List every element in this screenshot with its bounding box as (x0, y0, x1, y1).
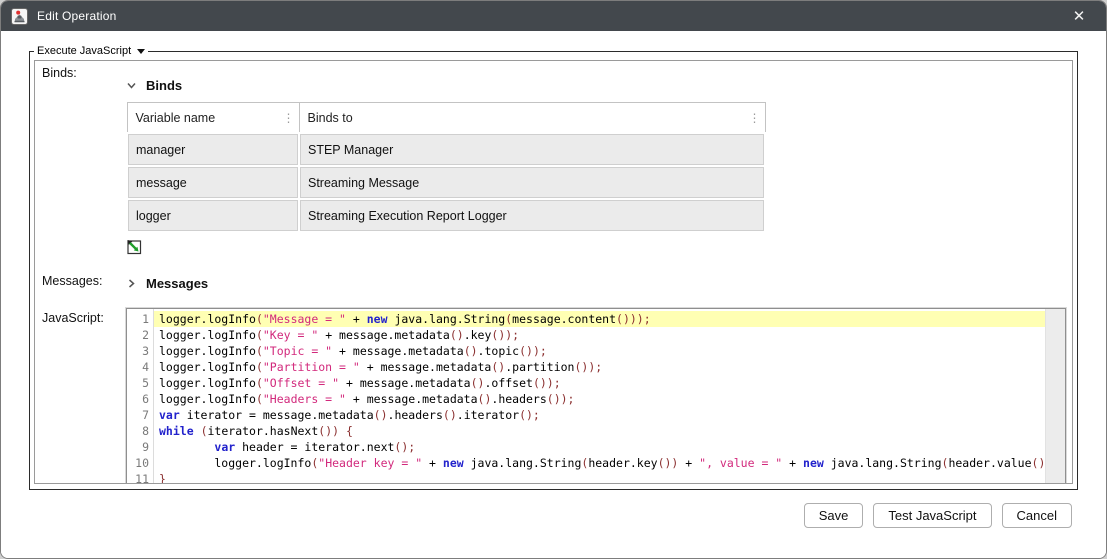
line-number-gutter: 1234567891011 (127, 309, 154, 484)
javascript-label: JavaScript: (35, 306, 126, 325)
binds-section-header[interactable]: Binds (126, 78, 1066, 93)
messages-label: Messages: (35, 269, 126, 288)
test-javascript-button[interactable]: Test JavaScript (873, 503, 991, 528)
table-cell[interactable]: STEP Manager (299, 133, 765, 166)
operation-type-label: Execute JavaScript (37, 45, 131, 57)
line-number: 3 (127, 343, 149, 359)
title-bar[interactable]: Edit Operation ✕ (1, 1, 1106, 31)
code-line[interactable]: logger.logInfo("Headers = " + message.me… (154, 391, 1046, 407)
column-header-binds-to[interactable]: Binds to ⋮ (299, 103, 765, 134)
line-number: 2 (127, 327, 149, 343)
javascript-row: JavaScript: 1234567891011 logger.logInfo… (35, 306, 1072, 484)
operation-type-selector[interactable]: Execute JavaScript (34, 45, 148, 57)
code-pane[interactable]: logger.logInfo("Message = " + new java.l… (154, 309, 1065, 484)
line-number: 10 (127, 455, 149, 471)
operation-group: Execute JavaScript Binds: Binds (29, 45, 1078, 490)
javascript-editor[interactable]: 1234567891011 logger.logInfo("Message = … (126, 308, 1066, 484)
binds-section-title: Binds (146, 78, 182, 93)
table-row[interactable]: messageStreaming Message (127, 166, 765, 199)
column-menu-icon[interactable]: ⋮ (749, 113, 761, 123)
operation-panel: Binds: Binds (34, 60, 1073, 484)
table-cell[interactable]: Streaming Execution Report Logger (299, 199, 765, 232)
table-row[interactable]: managerSTEP Manager (127, 133, 765, 166)
column-menu-icon[interactable]: ⋮ (283, 113, 295, 123)
line-number: 9 (127, 439, 149, 455)
dialog-body: Execute JavaScript Binds: Binds (1, 31, 1106, 558)
line-number: 1 (127, 311, 149, 327)
table-cell[interactable]: logger (127, 199, 299, 232)
line-number: 8 (127, 423, 149, 439)
code-line[interactable]: logger.logInfo("Header key = " + new jav… (154, 455, 1046, 471)
table-cell[interactable]: message (127, 166, 299, 199)
add-bind-icon[interactable] (126, 238, 143, 255)
line-number: 7 (127, 407, 149, 423)
dropdown-caret-icon[interactable] (137, 49, 145, 54)
code-line[interactable]: } (154, 471, 1046, 484)
binds-label: Binds: (35, 61, 126, 80)
line-number: 4 (127, 359, 149, 375)
table-cell[interactable]: manager (127, 133, 299, 166)
code-line[interactable]: var iterator = message.metadata().header… (154, 407, 1046, 423)
vertical-scrollbar[interactable] (1045, 309, 1065, 484)
binds-row: Binds: Binds (35, 61, 1072, 255)
messages-section-header[interactable]: Messages (126, 276, 1066, 291)
code-line[interactable]: logger.logInfo("Offset = " + message.met… (154, 375, 1046, 391)
line-number: 6 (127, 391, 149, 407)
binds-table-body: managerSTEP ManagermessageStreaming Mess… (127, 133, 765, 232)
column-header-variable-name[interactable]: Variable name ⋮ (127, 103, 299, 134)
table-row[interactable]: loggerStreaming Execution Report Logger (127, 199, 765, 232)
footer-buttons: Save Test JavaScript Cancel (804, 503, 1072, 528)
code-line[interactable]: var header = iterator.next(); (154, 439, 1046, 455)
code-line[interactable]: logger.logInfo("Partition = " + message.… (154, 359, 1046, 375)
line-number: 11 (127, 471, 149, 484)
code-line[interactable]: logger.logInfo("Key = " + message.metada… (154, 327, 1046, 343)
code-line[interactable]: logger.logInfo("Message = " + new java.l… (154, 311, 1046, 327)
cancel-button[interactable]: Cancel (1002, 503, 1072, 528)
messages-section-title: Messages (146, 276, 208, 291)
messages-row: Messages: Messages (35, 269, 1072, 291)
binds-table: Variable name ⋮ Binds to ⋮ managerSTE (126, 102, 766, 233)
close-button[interactable]: ✕ (1062, 1, 1096, 31)
chevron-right-icon[interactable] (126, 278, 137, 289)
chevron-down-icon[interactable] (126, 80, 137, 91)
window-title: Edit Operation (37, 9, 117, 23)
save-button[interactable]: Save (804, 503, 864, 528)
edit-operation-dialog: Edit Operation ✕ Execute JavaScript Bind… (0, 0, 1107, 559)
code-line[interactable]: while (iterator.hasNext()) { (154, 423, 1046, 439)
table-cell[interactable]: Streaming Message (299, 166, 765, 199)
app-icon (11, 8, 28, 25)
line-number: 5 (127, 375, 149, 391)
code-line[interactable]: logger.logInfo("Topic = " + message.meta… (154, 343, 1046, 359)
